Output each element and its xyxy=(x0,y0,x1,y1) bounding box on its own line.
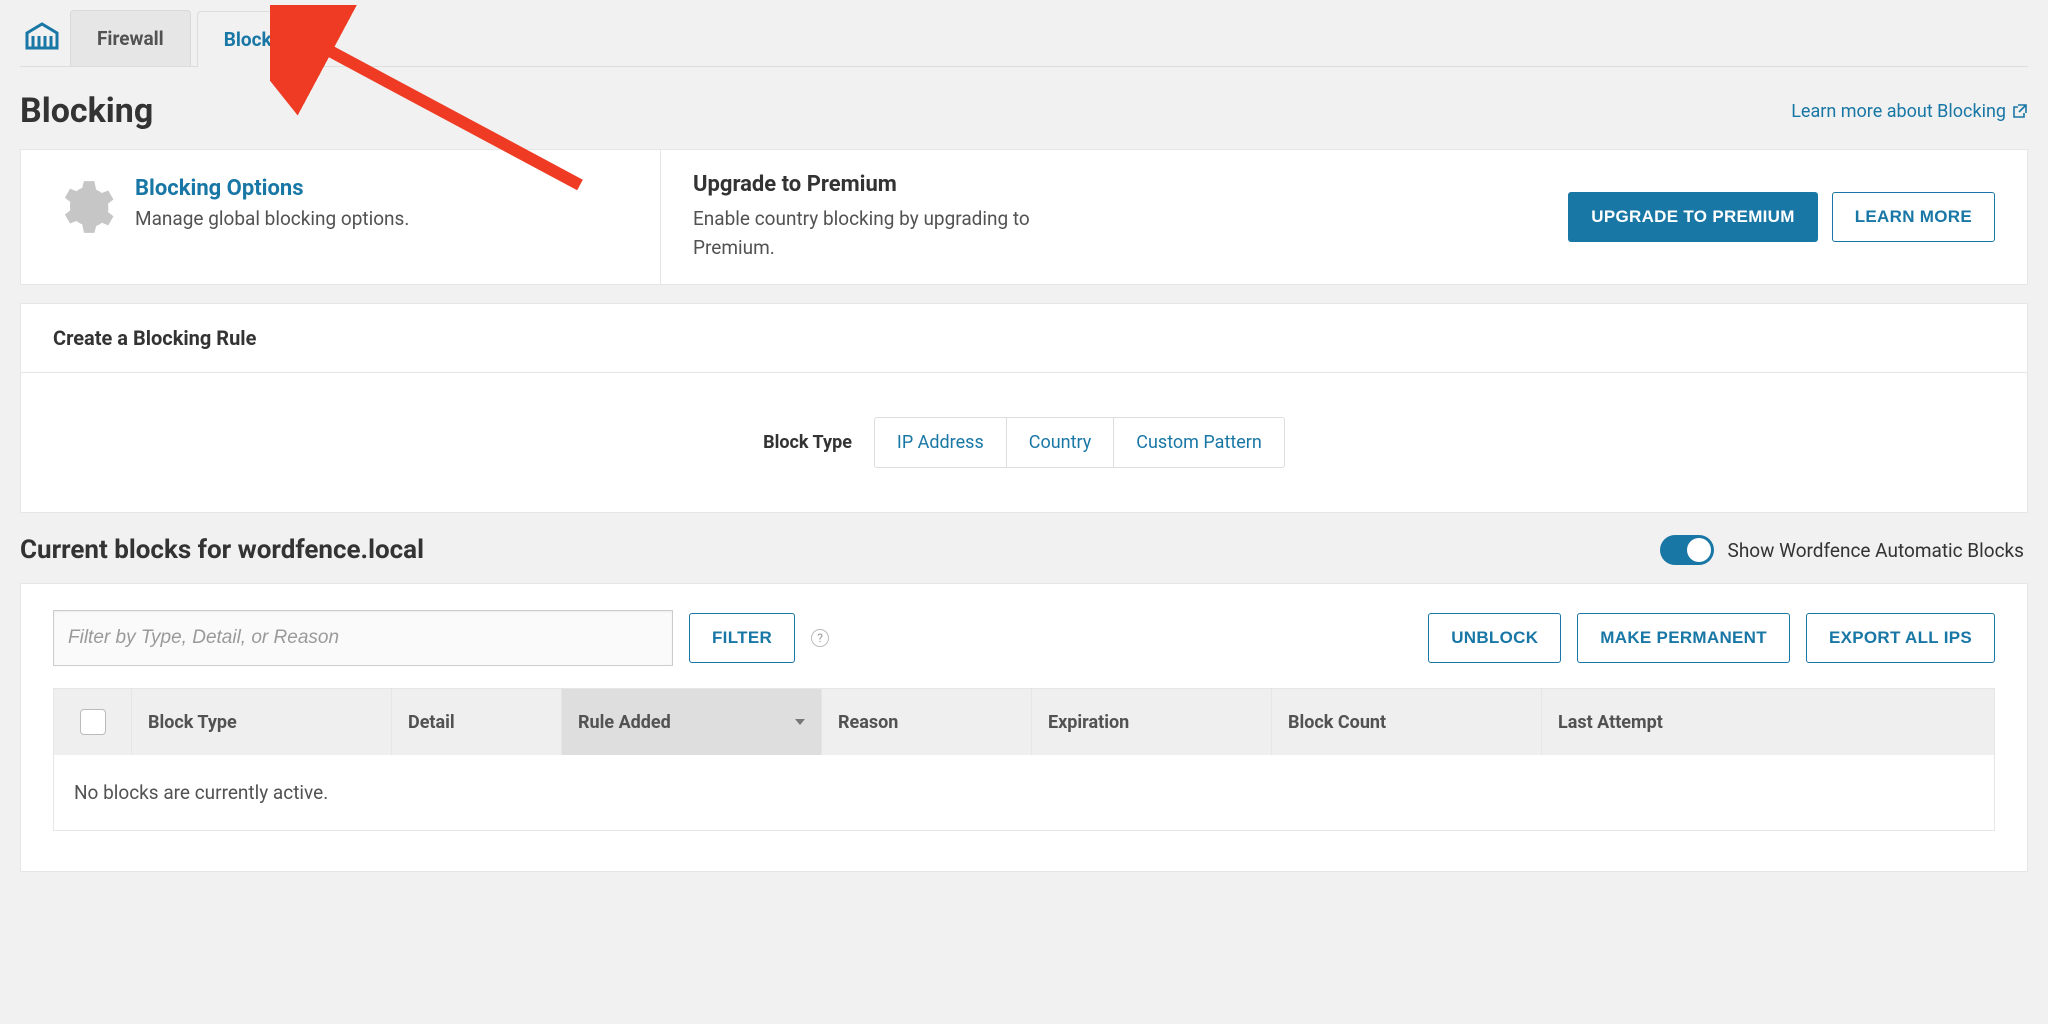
show-auto-blocks-label: Show Wordfence Automatic Blocks xyxy=(1728,539,2024,562)
tab-firewall[interactable]: Firewall xyxy=(70,10,191,66)
help-icon[interactable]: ? xyxy=(811,629,829,647)
upgrade-premium-title: Upgrade to Premium xyxy=(693,172,1033,197)
blocks-table: Block Type Detail Rule Added Reason Expi… xyxy=(53,688,1995,831)
page-title: Blocking xyxy=(20,91,153,131)
create-blocking-rule-heading: Create a Blocking Rule xyxy=(21,304,2027,373)
learn-more-blocking-link[interactable]: Learn more about Blocking xyxy=(1791,101,2028,122)
block-type-custom[interactable]: Custom Pattern xyxy=(1114,417,1285,468)
table-header-select-all[interactable] xyxy=(54,689,132,755)
table-header-detail[interactable]: Detail xyxy=(392,689,562,755)
filter-input[interactable] xyxy=(53,610,673,666)
block-type-label: Block Type xyxy=(763,432,852,453)
gear-icon xyxy=(53,176,115,238)
wordfence-logo-icon xyxy=(20,16,64,56)
tab-blocking[interactable]: Blocking xyxy=(197,11,325,67)
learn-more-label: Learn more about Blocking xyxy=(1791,101,2006,122)
table-empty-message: No blocks are currently active. xyxy=(54,755,1994,830)
table-header-block-type[interactable]: Block Type xyxy=(132,689,392,755)
learn-more-premium-button[interactable]: LEARN MORE xyxy=(1832,192,1995,242)
blocking-options-subtitle: Manage global blocking options. xyxy=(135,207,409,230)
show-auto-blocks-toggle[interactable] xyxy=(1660,535,1714,565)
unblock-button[interactable]: UNBLOCK xyxy=(1428,613,1561,663)
table-header-block-count[interactable]: Block Count xyxy=(1272,689,1542,755)
select-all-checkbox[interactable] xyxy=(80,709,106,735)
export-all-ips-button[interactable]: EXPORT ALL IPS xyxy=(1806,613,1995,663)
current-blocks-heading: Current blocks for wordfence.local xyxy=(20,535,424,565)
table-header-last-attempt[interactable]: Last Attempt xyxy=(1542,689,1994,755)
table-header-expiration[interactable]: Expiration xyxy=(1032,689,1272,755)
blocking-options-card[interactable]: Blocking Options Manage global blocking … xyxy=(21,150,661,284)
upgrade-premium-text: Enable country blocking by upgrading to … xyxy=(693,205,1033,262)
block-type-country[interactable]: Country xyxy=(1007,417,1115,468)
filter-button[interactable]: FILTER xyxy=(689,613,795,663)
sort-desc-icon xyxy=(795,719,805,725)
external-link-icon xyxy=(2012,103,2028,119)
table-header-rule-added[interactable]: Rule Added xyxy=(562,689,822,755)
make-permanent-button[interactable]: MAKE PERMANENT xyxy=(1577,613,1790,663)
blocking-options-title: Blocking Options xyxy=(135,176,409,201)
block-type-ip[interactable]: IP Address xyxy=(874,417,1007,468)
upgrade-to-premium-button[interactable]: UPGRADE TO PREMIUM xyxy=(1568,192,1817,242)
table-header-reason[interactable]: Reason xyxy=(822,689,1032,755)
block-type-segmented: IP Address Country Custom Pattern xyxy=(874,417,1285,468)
